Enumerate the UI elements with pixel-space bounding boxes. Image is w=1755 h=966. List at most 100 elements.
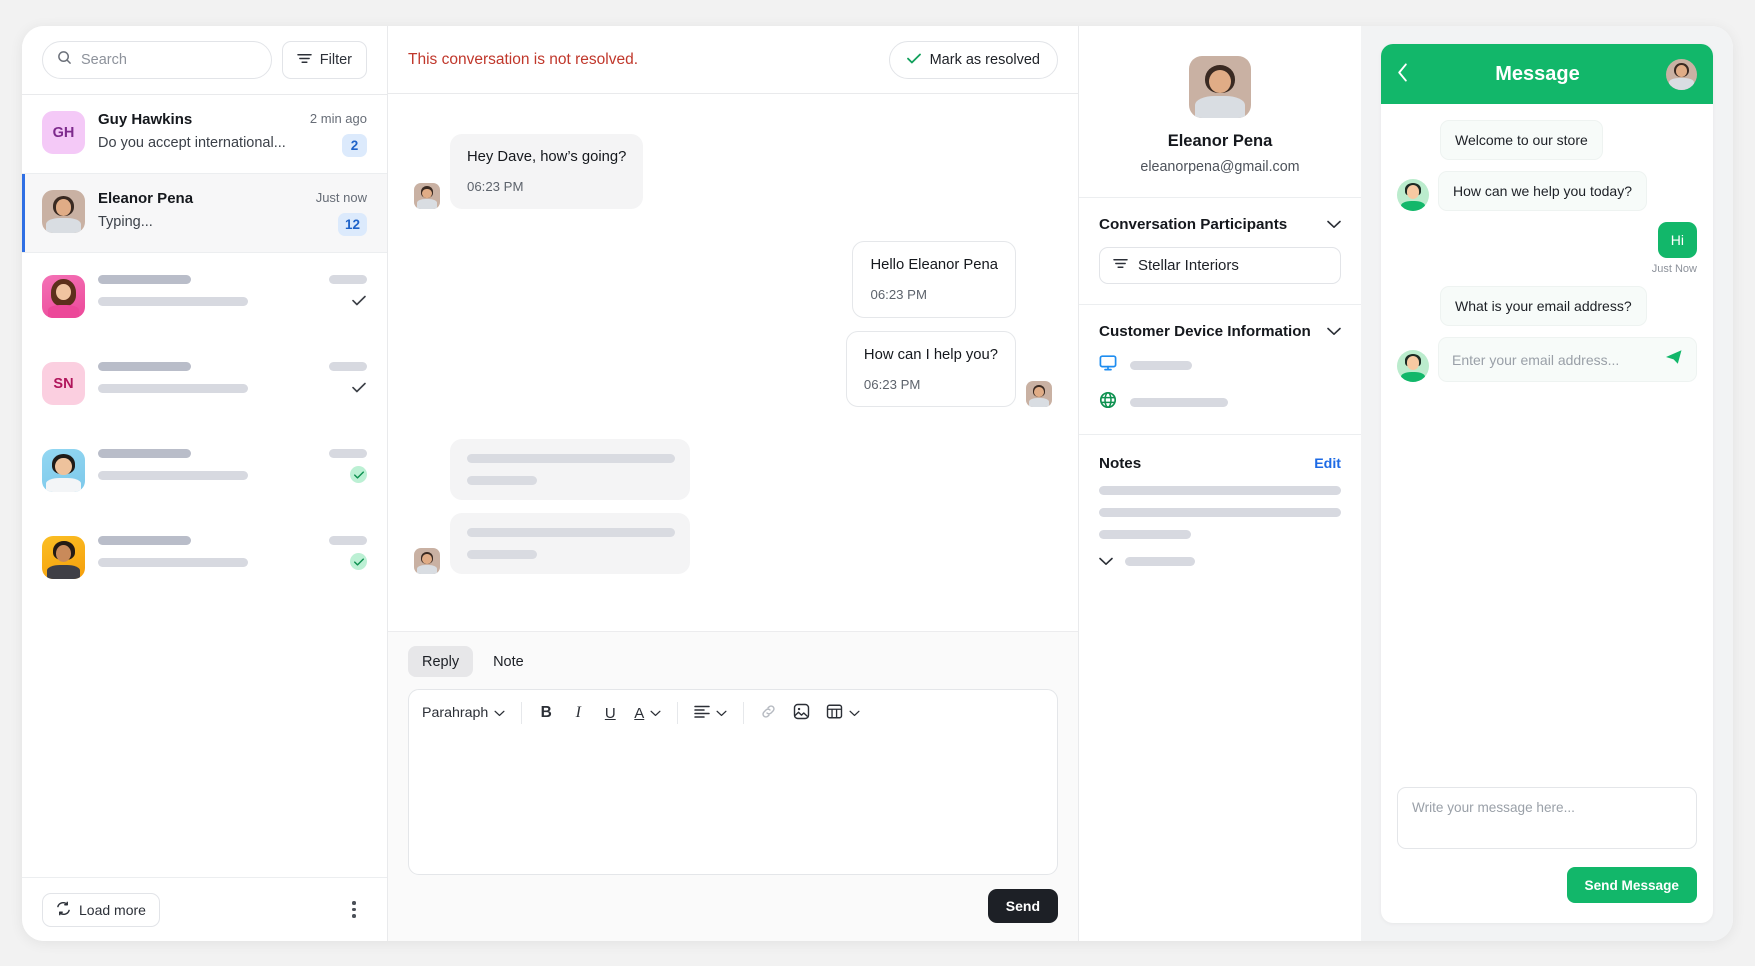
- insert-image-button[interactable]: [786, 698, 817, 728]
- avatar: [1189, 56, 1251, 118]
- mark-as-resolved-label: Mark as resolved: [930, 52, 1040, 68]
- paragraph-style-dropdown[interactable]: Parahraph: [415, 698, 512, 728]
- avatar: [42, 190, 85, 233]
- read-check-icon: [350, 379, 367, 396]
- widget-header: Message: [1381, 44, 1713, 104]
- unread-badge: 12: [338, 213, 367, 236]
- list-item-selected[interactable]: Eleanor Pena Typing... Just now 12: [22, 174, 387, 252]
- message-row-outgoing: Hello Eleanor Pena 06:23 PM: [414, 241, 1052, 318]
- widget-message-textarea[interactable]: Write your message here...: [1397, 787, 1697, 849]
- message-body-input[interactable]: [409, 736, 1057, 874]
- widget-message-list[interactable]: Welcome to our store How can we help you…: [1381, 104, 1713, 761]
- device-row-os: [1099, 354, 1341, 377]
- chevron-down-icon[interactable]: [1327, 217, 1341, 232]
- message-bubble-placeholder: [450, 439, 690, 500]
- placeholder-line: [329, 536, 367, 545]
- placeholder-line: [98, 471, 248, 480]
- underline-label: U: [605, 705, 616, 722]
- filter-button[interactable]: Filter: [282, 41, 367, 79]
- placeholder-line: [1099, 508, 1341, 517]
- search-input[interactable]: [81, 52, 257, 68]
- refresh-icon: [56, 901, 71, 919]
- conversation-preview: Do you accept international...: [98, 135, 297, 151]
- italic-button[interactable]: I: [563, 698, 593, 728]
- search-icon: [57, 50, 72, 70]
- placeholder-line: [1125, 557, 1195, 566]
- list-item[interactable]: [22, 427, 387, 514]
- message-time: 06:23 PM: [467, 178, 626, 196]
- widget-send-message-button[interactable]: Send Message: [1567, 867, 1697, 903]
- notes-footer: [1099, 554, 1341, 569]
- unresolved-status-text: This conversation is not resolved.: [408, 51, 638, 69]
- list-item[interactable]: [22, 514, 387, 601]
- insert-table-button[interactable]: [819, 698, 867, 728]
- chevron-left-icon[interactable]: [1397, 63, 1409, 86]
- conversation-preview: Typing...: [98, 214, 303, 230]
- customer-email: eleanorpena@gmail.com: [1099, 159, 1341, 175]
- message-list[interactable]: Hey Dave, how’s going? 06:23 PM Hello El…: [388, 94, 1078, 631]
- app-window: Filter GH Guy Hawkins Do you accept inte…: [22, 26, 1733, 941]
- list-item[interactable]: GH Guy Hawkins Do you accept internation…: [22, 95, 387, 173]
- send-icon[interactable]: [1665, 349, 1683, 370]
- insert-link-button[interactable]: [753, 698, 784, 728]
- widget-email-input[interactable]: Enter your email address...: [1438, 337, 1697, 382]
- monitor-icon: [1099, 354, 1117, 377]
- list-item[interactable]: [22, 253, 387, 340]
- tab-note[interactable]: Note: [479, 646, 538, 677]
- widget-title: Message: [1495, 63, 1580, 86]
- widget-message-bubble-outgoing: Hi: [1658, 222, 1697, 258]
- more-options-icon[interactable]: [341, 897, 367, 923]
- conversation-scroll[interactable]: GH Guy Hawkins Do you accept internation…: [22, 95, 387, 877]
- message-row-incoming: Hey Dave, how’s going? 06:23 PM: [414, 134, 1052, 209]
- list-toolbar: Filter: [22, 26, 387, 94]
- avatar: GH: [42, 111, 85, 154]
- placeholder-line: [98, 362, 191, 371]
- composer-tabs: Reply Note: [408, 632, 1058, 689]
- chevron-down-icon[interactable]: [1327, 324, 1341, 339]
- list-icon: [1113, 257, 1128, 274]
- rich-text-editor[interactable]: Parahraph B I U: [408, 689, 1058, 875]
- conversation-time: Just now: [316, 190, 367, 205]
- widget-email-placeholder: Enter your email address...: [1452, 352, 1619, 368]
- text-color-label: A: [634, 705, 644, 722]
- participant-selector[interactable]: Stellar Interiors: [1099, 247, 1341, 284]
- notes-content: [1099, 486, 1341, 539]
- chevron-down-icon: [494, 705, 505, 721]
- message-text: Hey Dave, how’s going?: [467, 148, 626, 168]
- widget-message-row-outgoing: Hi Just Now: [1397, 222, 1697, 275]
- widget-preview-panel: Message Welcome to our store How can we …: [1361, 26, 1733, 941]
- message-text: How can I help you?: [864, 346, 998, 366]
- avatar: [1666, 59, 1697, 90]
- divider: [743, 702, 744, 724]
- search-box[interactable]: [42, 41, 272, 79]
- message-row-incoming: [414, 513, 1052, 574]
- mark-as-resolved-button[interactable]: Mark as resolved: [889, 41, 1058, 79]
- notes-edit-button[interactable]: Edit: [1314, 456, 1341, 472]
- conversation-name: Eleanor Pena: [98, 190, 303, 207]
- device-row-browser: [1099, 391, 1341, 414]
- message-time: 06:23 PM: [870, 286, 998, 304]
- chevron-down-icon: [716, 705, 727, 721]
- avatar: [42, 449, 85, 492]
- text-color-button[interactable]: A: [627, 698, 668, 728]
- chevron-down-icon[interactable]: [1099, 554, 1113, 569]
- message-bubble: How can I help you? 06:23 PM: [846, 331, 1016, 408]
- resolved-check-icon: [350, 466, 367, 483]
- avatar: SN: [42, 362, 85, 405]
- underline-button[interactable]: U: [595, 698, 625, 728]
- italic-label: I: [576, 704, 581, 722]
- placeholder-line: [1099, 486, 1341, 495]
- paragraph-style-label: Parahraph: [422, 705, 488, 721]
- send-button[interactable]: Send: [988, 889, 1058, 923]
- list-item[interactable]: SN: [22, 340, 387, 427]
- bold-button[interactable]: B: [531, 698, 561, 728]
- placeholder-line: [467, 550, 537, 559]
- text-align-button[interactable]: [687, 698, 734, 728]
- unread-badge: 2: [342, 134, 367, 157]
- load-more-button[interactable]: Load more: [42, 893, 160, 927]
- tab-reply[interactable]: Reply: [408, 646, 473, 677]
- message-row-outgoing: How can I help you? 06:23 PM: [414, 331, 1052, 408]
- avatar: [42, 275, 85, 318]
- globe-icon: [1099, 391, 1117, 414]
- thread-header: This conversation is not resolved. Mark …: [388, 26, 1078, 94]
